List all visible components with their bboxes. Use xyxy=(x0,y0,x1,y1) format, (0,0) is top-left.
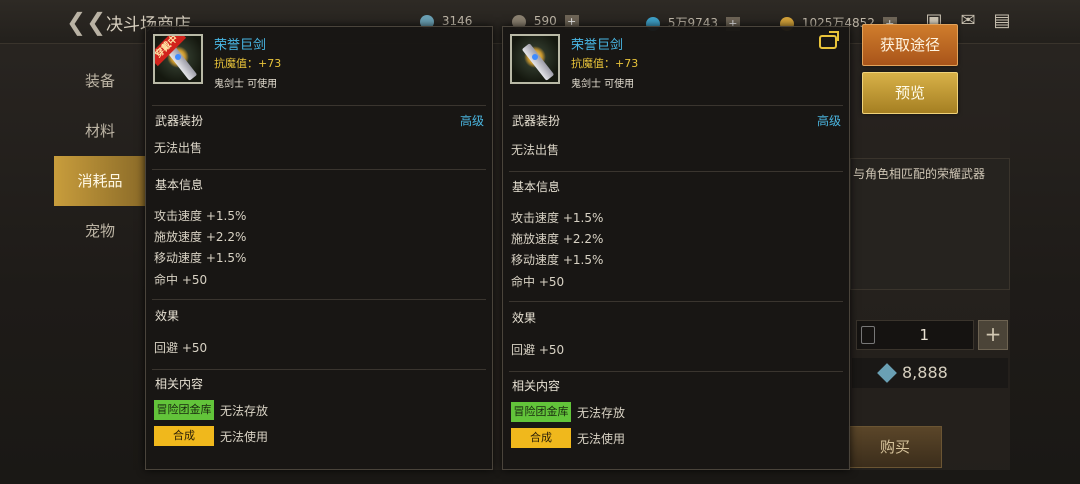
mail-icon[interactable]: ✉ xyxy=(956,10,980,32)
divider xyxy=(152,169,486,170)
category-equipment[interactable]: 装备 xyxy=(54,56,146,106)
grade-label: 高级 xyxy=(816,114,841,128)
price-value: 8,888 xyxy=(902,363,948,382)
section-related-title: 相关内容 xyxy=(155,377,204,391)
effect-line: 回避 +50 xyxy=(154,341,208,355)
section-effect-title: 效果 xyxy=(512,311,537,325)
effect-line: 回避 +50 xyxy=(511,343,565,357)
price-row: 8,888 xyxy=(852,358,1008,388)
stat-line: 施放速度 +2.2% xyxy=(511,232,604,246)
buy-button[interactable]: 购买 xyxy=(848,426,942,468)
section-effect-title: 效果 xyxy=(155,309,180,323)
item-class-usable: 鬼剑士 可使用 xyxy=(214,79,278,90)
divider xyxy=(509,105,843,106)
item-description-box: 与角色相匹配的荣耀武器 xyxy=(850,158,1010,290)
get-route-button[interactable]: 获取途径 xyxy=(862,24,958,66)
section-weapon-title: 武器装扮 xyxy=(512,114,561,128)
related-text: 无法使用 xyxy=(577,432,626,446)
stat-line: 命中 +50 xyxy=(154,273,208,287)
section-related-title: 相关内容 xyxy=(512,379,561,393)
stat-line: 施放速度 +2.2% xyxy=(154,230,247,244)
divider xyxy=(152,299,486,300)
stat-line: 命中 +50 xyxy=(511,275,565,289)
item-tooltip-equipped: 穿戴中 荣誉巨剑 抗魔值：+73 鬼剑士 可使用 武器装扮 高级 无法出售 基本… xyxy=(145,26,493,470)
divider xyxy=(509,301,843,302)
quantity-field[interactable]: 1 xyxy=(856,320,974,350)
item-stat: 抗魔值：+73 xyxy=(571,57,639,70)
item-name: 荣誉巨剑 xyxy=(214,38,267,53)
calculator-icon[interactable] xyxy=(861,326,875,344)
related-text: 无法存放 xyxy=(220,404,269,418)
divider xyxy=(509,371,843,372)
category-list: 装备 材料 消耗品 宠物 xyxy=(54,56,146,256)
cannot-sell-label: 无法出售 xyxy=(154,141,203,155)
switch-icon[interactable] xyxy=(819,35,837,49)
back-arrow-icon[interactable]: ❮❮ xyxy=(66,8,106,36)
stat-line: 攻击速度 +1.5% xyxy=(511,211,604,225)
item-class-usable: 鬼剑士 可使用 xyxy=(571,79,635,90)
quantity-plus-button[interactable]: + xyxy=(978,320,1008,350)
tag-synthesis: 合成 xyxy=(154,426,214,446)
tag-guild-vault: 冒险团金库 xyxy=(511,402,571,422)
category-consumables[interactable]: 消耗品 xyxy=(54,156,146,206)
divider xyxy=(152,369,486,370)
item-description: 与角色相匹配的荣耀武器 xyxy=(853,167,986,181)
item-tooltip-compare: 荣誉巨剑 抗魔值：+73 鬼剑士 可使用 武器装扮 高级 无法出售 基本信息 攻… xyxy=(502,26,850,470)
preview-button[interactable]: 预览 xyxy=(862,72,958,114)
related-text: 无法存放 xyxy=(577,406,626,420)
cannot-sell-label: 无法出售 xyxy=(511,143,560,157)
divider xyxy=(509,171,843,172)
tag-guild-vault: 冒险团金库 xyxy=(154,400,214,420)
chat-icon[interactable]: ▤ xyxy=(990,10,1014,32)
quantity-value: 1 xyxy=(919,326,929,344)
tag-synthesis: 合成 xyxy=(511,428,571,448)
stat-line: 移动速度 +1.5% xyxy=(154,251,247,265)
price-gem-icon xyxy=(877,363,897,383)
item-icon: 穿戴中 xyxy=(153,34,203,84)
stat-line: 攻击速度 +1.5% xyxy=(154,209,247,223)
section-basic-title: 基本信息 xyxy=(155,178,204,192)
grade-label: 高级 xyxy=(459,114,484,128)
category-pets[interactable]: 宠物 xyxy=(54,206,146,256)
divider xyxy=(152,105,486,106)
item-name: 荣誉巨剑 xyxy=(571,38,624,53)
stat-line: 移动速度 +1.5% xyxy=(511,253,604,267)
item-stat: 抗魔值：+73 xyxy=(214,57,282,70)
item-icon xyxy=(510,34,560,84)
category-materials[interactable]: 材料 xyxy=(54,106,146,156)
section-weapon-title: 武器装扮 xyxy=(155,114,204,128)
related-text: 无法使用 xyxy=(220,430,269,444)
section-basic-title: 基本信息 xyxy=(512,180,561,194)
